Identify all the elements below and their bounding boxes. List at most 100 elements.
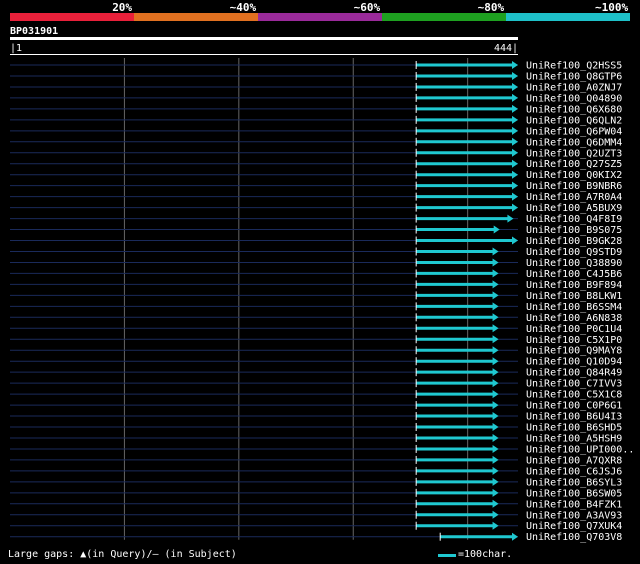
- hit-label[interactable]: UniRef100_B6SHD5: [526, 423, 622, 434]
- hit-row[interactable]: UniRef100_Q4F8I9: [10, 214, 622, 225]
- hit-row[interactable]: UniRef100_A0ZNJ7: [10, 82, 622, 93]
- hit-arrow-head: [492, 455, 499, 464]
- hit-row[interactable]: UniRef100_Q2HSS5: [10, 61, 622, 72]
- hit-row[interactable]: UniRef100_B9F894: [10, 280, 622, 291]
- hit-row[interactable]: UniRef100_A5BUX9: [10, 203, 622, 214]
- hit-label[interactable]: UniRef100_B4FZK1: [526, 499, 622, 510]
- hit-label[interactable]: UniRef100_A0ZNJ7: [526, 82, 622, 93]
- hit-label[interactable]: UniRef100_C4J5B6: [526, 269, 622, 280]
- hit-row[interactable]: UniRef100_Q7XUK4: [10, 521, 622, 532]
- hit-label[interactable]: UniRef100_B6SYL3: [526, 477, 622, 488]
- hit-label[interactable]: UniRef100_Q703V8: [526, 532, 622, 543]
- hit-label[interactable]: UniRef100_Q10D94: [526, 357, 622, 368]
- hit-label[interactable]: UniRef100_Q2UZT3: [526, 148, 622, 159]
- hit-arrow-head: [492, 247, 499, 256]
- hit-label[interactable]: UniRef100_B9NBR6: [526, 181, 622, 192]
- hit-label[interactable]: UniRef100_B9F894: [526, 280, 622, 291]
- hit-label[interactable]: UniRef100_Q0KIX2: [526, 170, 622, 181]
- hit-row[interactable]: UniRef100_B6U4I3: [10, 412, 622, 423]
- hit-row[interactable]: UniRef100_C0P6G1: [10, 401, 622, 412]
- hit-row[interactable]: UniRef100_B8LKW1: [10, 291, 622, 302]
- hit-label[interactable]: UniRef100_A5BUX9: [526, 203, 622, 214]
- hit-row[interactable]: UniRef100_P0C1U4: [10, 324, 622, 335]
- hit-label[interactable]: UniRef100_Q7XUK4: [526, 521, 622, 532]
- hit-row[interactable]: UniRef100_B4FZK1: [10, 499, 622, 510]
- hit-row[interactable]: UniRef100_B6SYL3: [10, 477, 622, 488]
- hit-row[interactable]: UniRef100_A6N838: [10, 313, 622, 324]
- hit-row[interactable]: UniRef100_C5X1P0: [10, 335, 622, 346]
- hit-label[interactable]: UniRef100_C5X1C8: [526, 390, 622, 401]
- hit-label[interactable]: UniRef100_B8LKW1: [526, 291, 622, 302]
- hit-label[interactable]: UniRef100_A5HSH9: [526, 433, 622, 444]
- hit-label[interactable]: UniRef100_UPI000..: [526, 444, 634, 455]
- hit-row[interactable]: UniRef100_Q6X680: [10, 104, 622, 115]
- hit-label[interactable]: UniRef100_A3AV93: [526, 510, 622, 521]
- hit-arrow-head: [492, 313, 499, 322]
- hit-label[interactable]: UniRef100_A7R0A4: [526, 192, 622, 203]
- colorbar-percent-label: ~40%: [229, 1, 257, 14]
- hit-label[interactable]: UniRef100_A6N838: [526, 313, 622, 324]
- hit-label[interactable]: UniRef100_B6SW05: [526, 488, 622, 499]
- hit-row[interactable]: UniRef100_Q9STD9: [10, 247, 622, 258]
- hit-label[interactable]: UniRef100_C5X1P0: [526, 335, 622, 346]
- hit-row[interactable]: UniRef100_B9GK28: [10, 236, 622, 247]
- hit-arrow-head: [512, 203, 518, 212]
- hit-label[interactable]: UniRef100_Q6PW04: [526, 126, 622, 137]
- hit-row[interactable]: UniRef100_B9S075: [10, 225, 622, 236]
- hit-label[interactable]: UniRef100_B6SSM4: [526, 302, 622, 313]
- hit-label[interactable]: UniRef100_B9S075: [526, 225, 622, 236]
- hit-arrow-head: [492, 357, 499, 366]
- hit-label[interactable]: UniRef100_Q4F8I9: [526, 214, 622, 225]
- hit-label[interactable]: UniRef100_Q04890: [526, 93, 622, 104]
- hits-plot: UniRef100_Q2HSS5UniRef100_Q8GTP6UniRef10…: [10, 58, 634, 543]
- hit-row[interactable]: UniRef100_A3AV93: [10, 510, 622, 521]
- hit-row[interactable]: UniRef100_A7R0A4: [10, 192, 622, 203]
- hit-row[interactable]: UniRef100_Q04890: [10, 93, 622, 104]
- hit-label[interactable]: UniRef100_C0P6G1: [526, 401, 622, 412]
- hit-row[interactable]: UniRef100_Q6QLN2: [10, 115, 622, 126]
- hit-arrow-head: [512, 71, 518, 80]
- hit-arrow-head: [492, 379, 499, 388]
- hit-arrow-head: [492, 291, 499, 300]
- hit-label[interactable]: UniRef100_A7QXR8: [526, 455, 622, 466]
- hit-label[interactable]: UniRef100_Q6QLN2: [526, 115, 622, 126]
- hit-row[interactable]: UniRef100_C4J5B6: [10, 269, 622, 280]
- hit-label[interactable]: UniRef100_Q9MAY8: [526, 346, 622, 357]
- hit-label[interactable]: UniRef100_P0C1U4: [526, 324, 622, 335]
- hit-label[interactable]: UniRef100_Q27SZ5: [526, 159, 622, 170]
- hit-label[interactable]: UniRef100_Q38890: [526, 258, 622, 269]
- hit-label[interactable]: UniRef100_Q6DMM4: [526, 137, 622, 148]
- hit-row[interactable]: UniRef100_B6SSM4: [10, 302, 622, 313]
- hit-label[interactable]: UniRef100_Q84R49: [526, 368, 622, 379]
- hit-row[interactable]: UniRef100_Q6DMM4: [10, 137, 622, 148]
- hit-label[interactable]: UniRef100_B9GK28: [526, 236, 622, 247]
- hit-row[interactable]: UniRef100_Q38890: [10, 258, 622, 269]
- hit-row[interactable]: UniRef100_Q6PW04: [10, 126, 622, 137]
- hit-row[interactable]: UniRef100_Q9MAY8: [10, 346, 622, 357]
- hit-row[interactable]: UniRef100_A5HSH9: [10, 433, 622, 444]
- gaps-legend: Large gaps: ▲(in Query)/— (in Subject): [8, 549, 237, 560]
- hit-row[interactable]: UniRef100_Q27SZ5: [10, 159, 622, 170]
- hit-row[interactable]: UniRef100_Q84R49: [10, 368, 622, 379]
- hit-row[interactable]: UniRef100_A7QXR8: [10, 455, 622, 466]
- hit-row[interactable]: UniRef100_Q10D94: [10, 357, 622, 368]
- hit-row[interactable]: UniRef100_Q2UZT3: [10, 148, 622, 159]
- hit-label[interactable]: UniRef100_C6JSJ6: [526, 466, 622, 477]
- hit-label[interactable]: UniRef100_Q2HSS5: [526, 61, 622, 72]
- hit-label[interactable]: UniRef100_Q8GTP6: [526, 71, 622, 82]
- hit-label[interactable]: UniRef100_C7IVV3: [526, 379, 622, 390]
- hit-label[interactable]: UniRef100_B6U4I3: [526, 412, 622, 423]
- hit-arrow-head: [492, 335, 499, 344]
- hit-row[interactable]: UniRef100_B6SW05: [10, 488, 622, 499]
- hit-row[interactable]: UniRef100_B9NBR6: [10, 181, 622, 192]
- hit-row[interactable]: UniRef100_C5X1C8: [10, 390, 622, 401]
- hit-row[interactable]: UniRef100_Q8GTP6: [10, 71, 622, 82]
- hit-label[interactable]: UniRef100_Q9STD9: [526, 247, 622, 258]
- hit-row[interactable]: UniRef100_UPI000..: [10, 444, 634, 455]
- hit-row[interactable]: UniRef100_Q0KIX2: [10, 170, 622, 181]
- hit-row[interactable]: UniRef100_C7IVV3: [10, 379, 622, 390]
- hit-row[interactable]: UniRef100_C6JSJ6: [10, 466, 622, 477]
- hit-label[interactable]: UniRef100_Q6X680: [526, 104, 622, 115]
- hit-row[interactable]: UniRef100_B6SHD5: [10, 423, 622, 434]
- hit-row[interactable]: UniRef100_Q703V8: [10, 532, 622, 543]
